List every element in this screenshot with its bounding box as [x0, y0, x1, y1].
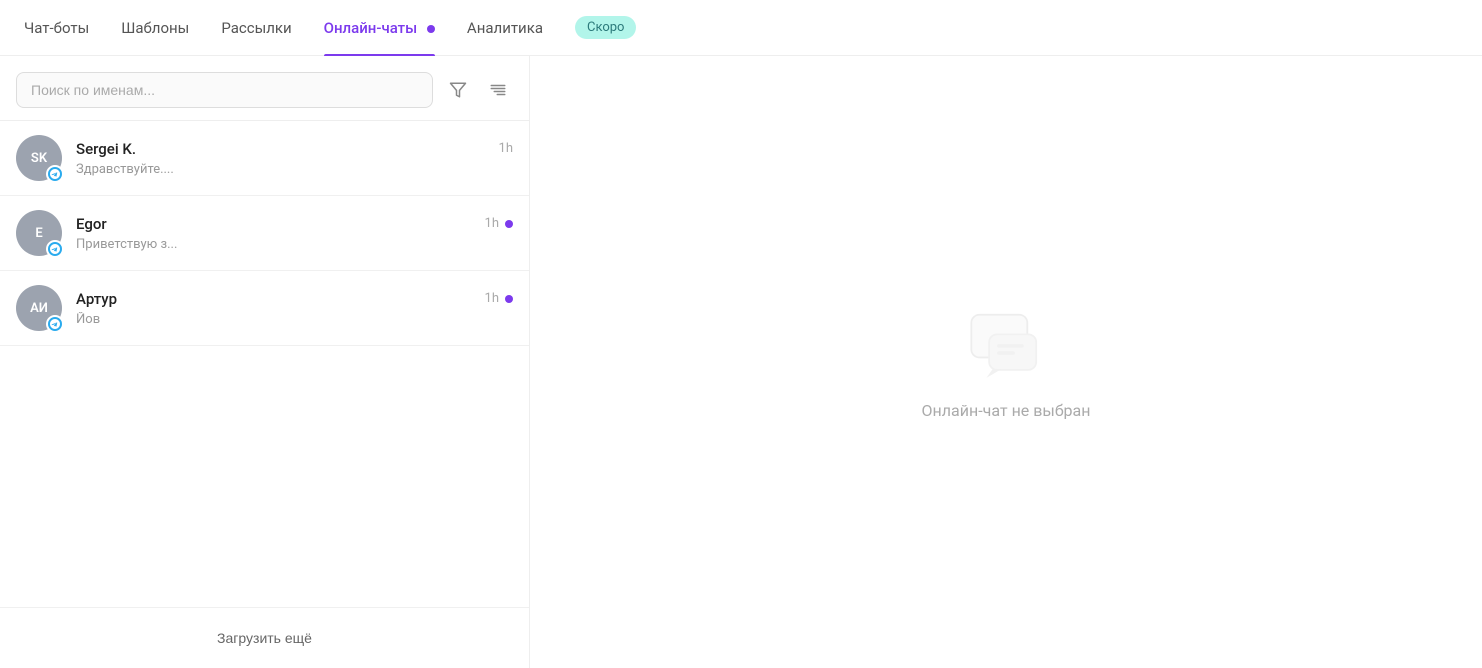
chat-time-e: 1h — [485, 216, 499, 231]
chat-info-sk: Sergei K. 1h Здравствуйте.... — [76, 140, 513, 177]
search-bar — [0, 56, 529, 121]
empty-state-text: Онлайн-чат не выбран — [922, 401, 1091, 420]
right-panel: Онлайн-чат не выбран — [530, 56, 1482, 668]
nav-analytics[interactable]: Аналитика — [467, 1, 543, 55]
chat-name-row-sk: Sergei K. 1h — [76, 140, 513, 158]
chat-name-ai: Артур — [76, 290, 117, 308]
unread-dot-ai — [505, 295, 513, 303]
chat-name-row-ai: Артур 1h — [76, 290, 513, 308]
load-more-section: Загрузить ещё — [0, 607, 529, 668]
filter-icon — [449, 81, 467, 99]
empty-state-icon — [961, 305, 1051, 385]
chat-preview-e: Приветствую з... — [76, 237, 513, 252]
main-layout: SK Sergei K. 1h Здравствуйте.... — [0, 56, 1482, 668]
search-input[interactable] — [16, 72, 433, 108]
sort-button[interactable] — [483, 75, 513, 105]
left-panel: SK Sergei K. 1h Здравствуйте.... — [0, 56, 530, 668]
top-nav: Чат-боты Шаблоны Рассылки Онлайн-чаты Ан… — [0, 0, 1482, 56]
chat-time-row-ai: 1h — [485, 291, 513, 306]
chat-info-ai: Артур 1h Йов — [76, 290, 513, 327]
unread-dot-e — [505, 220, 513, 228]
online-chat-badge — [427, 25, 435, 33]
chat-preview-sk: Здравствуйте.... — [76, 162, 513, 177]
chat-list: SK Sergei K. 1h Здравствуйте.... — [0, 121, 529, 607]
telegram-badge-ai — [46, 315, 64, 333]
sort-icon — [489, 81, 507, 99]
load-more-button[interactable]: Загрузить ещё — [201, 624, 328, 652]
chat-info-e: Egor 1h Приветствую з... — [76, 215, 513, 252]
chat-item-ai[interactable]: АИ Артур 1h Йов — [0, 271, 529, 346]
telegram-badge-e — [46, 240, 64, 258]
nav-broadcasts[interactable]: Рассылки — [221, 1, 291, 55]
nav-chatbots[interactable]: Чат-боты — [24, 1, 89, 55]
avatar-sk: SK — [16, 135, 62, 181]
avatar-ai: АИ — [16, 285, 62, 331]
chat-name-row-e: Egor 1h — [76, 215, 513, 233]
nav-templates[interactable]: Шаблоны — [121, 1, 189, 55]
chat-name-e: Egor — [76, 215, 107, 233]
chat-time-ai: 1h — [485, 291, 499, 306]
nav-online-chat[interactable]: Онлайн-чаты — [324, 1, 435, 55]
chat-time-sk: 1h — [499, 141, 513, 156]
nav-soon[interactable]: Скоро — [575, 16, 636, 39]
search-input-wrap — [16, 72, 433, 108]
chat-time-row-e: 1h — [485, 216, 513, 231]
telegram-badge-sk — [46, 165, 64, 183]
chat-item-sk[interactable]: SK Sergei K. 1h Здравствуйте.... — [0, 121, 529, 196]
chat-preview-ai: Йов — [76, 312, 513, 327]
chat-name-sk: Sergei K. — [76, 140, 136, 158]
avatar-e: E — [16, 210, 62, 256]
filter-button[interactable] — [443, 75, 473, 105]
chat-item-e[interactable]: E Egor 1h Приветству — [0, 196, 529, 271]
